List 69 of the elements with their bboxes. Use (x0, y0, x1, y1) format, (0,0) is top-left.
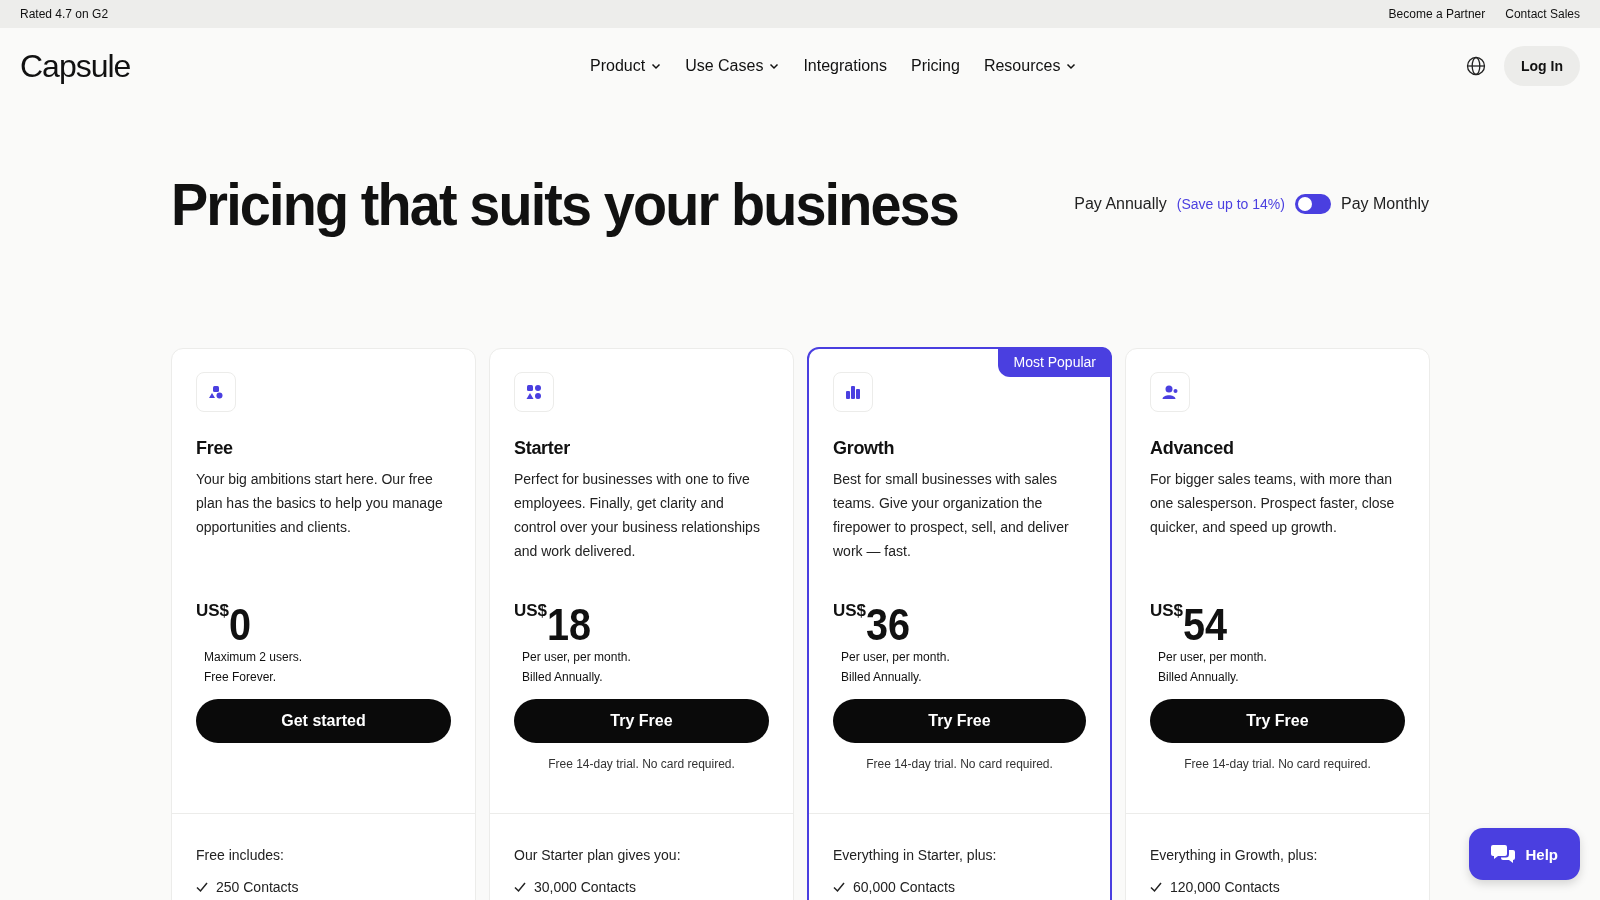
check-icon (196, 881, 208, 893)
chevron-down-icon (769, 61, 780, 71)
shapes-icon (208, 384, 224, 400)
plan-description: For bigger sales teams, with more than one salesperson. Prospect faster, close quicker, and speed up growth. (1150, 470, 1396, 537)
shapes-icon (526, 384, 542, 400)
top-link[interactable]: Become a Partner (1388, 7, 1486, 21)
price-note: Per user, per month. (1158, 649, 1268, 666)
price-note: Billed Annually. (522, 669, 604, 686)
plan-price: 0 (229, 603, 252, 647)
plan-description: Perfect for businesses with one to five employees. Finally, get clarity and control over your business relationships and work delivered. (514, 470, 761, 561)
price-note: Billed Annually. (1158, 669, 1240, 686)
annual-label: Pay Annually (1074, 195, 1167, 213)
billing-toggle[interactable] (1294, 194, 1331, 214)
plan-price: 18 (547, 603, 592, 647)
page-title: Pricing that suits your business (171, 169, 958, 239)
nav-item[interactable]: Resources (983, 57, 1077, 75)
logo[interactable]: Capsule (20, 47, 131, 85)
nav-item[interactable]: Integrations (803, 57, 887, 75)
chat-icon (1491, 844, 1516, 864)
popular-badge: Most Popular (997, 347, 1112, 377)
login-button[interactable]: Log In (1504, 46, 1580, 86)
plan-name: Growth (833, 438, 896, 459)
features-heading: Free includes: (196, 847, 284, 863)
plan-name: Advanced (1150, 438, 1235, 459)
features-heading: Everything in Starter, plus: (833, 847, 997, 863)
currency-label: US$ (514, 601, 548, 620)
price-note: Free Forever. (204, 669, 278, 686)
price-note: Maximum 2 users. (204, 649, 304, 666)
plan-description: Your big ambitions start here. Our free plan has the basics to help you manage opportunities and clients. (196, 470, 444, 537)
feature-item: 120,000 Contacts (1170, 879, 1280, 895)
nav-item[interactable]: Product (590, 57, 662, 75)
plan-price: 36 (866, 603, 911, 647)
trial-note: Free 14-day trial. No card required. (1184, 757, 1371, 771)
cta-button[interactable]: Get started (196, 699, 451, 743)
trial-note: Free 14-day trial. No card required. (866, 757, 1053, 771)
globe-icon[interactable] (1466, 56, 1486, 76)
check-icon (1150, 881, 1162, 893)
rating-text: Rated 4.7 on G2 (20, 7, 109, 21)
nav-item[interactable]: Pricing (911, 57, 960, 75)
nav-item[interactable]: Use Cases (685, 57, 780, 75)
plan-price: 54 (1183, 603, 1228, 647)
currency-label: US$ (833, 601, 867, 620)
check-icon (514, 881, 526, 893)
plan-name: Starter (514, 438, 571, 459)
top-link[interactable]: Contact Sales (1505, 7, 1580, 21)
help-button[interactable]: Help (1469, 828, 1580, 880)
price-note: Per user, per month. (841, 649, 951, 666)
feature-item: 30,000 Contacts (534, 879, 636, 895)
cta-button[interactable]: Try Free (1150, 699, 1405, 743)
feature-item: 60,000 Contacts (853, 879, 955, 895)
cta-button[interactable]: Try Free (514, 699, 769, 743)
user-icon (1162, 384, 1178, 400)
bar-chart-icon (845, 384, 861, 400)
price-note: Billed Annually. (841, 669, 923, 686)
currency-label: US$ (196, 601, 230, 620)
features-heading: Our Starter plan gives you: (514, 847, 681, 863)
trial-note: Free 14-day trial. No card required. (548, 757, 735, 771)
price-note: Per user, per month. (522, 649, 632, 666)
cta-button[interactable]: Try Free (833, 699, 1086, 743)
feature-item: 250 Contacts (216, 879, 299, 895)
plan-description: Best for small businesses with sales teams. Give your organization the firepower to prospect, sell, and deliver work — fast. (833, 470, 1070, 561)
plan-name: Free (196, 438, 234, 459)
check-icon (833, 881, 845, 893)
currency-label: US$ (1150, 601, 1184, 620)
features-heading: Everything in Growth, plus: (1150, 847, 1318, 863)
chevron-down-icon (1066, 61, 1077, 71)
monthly-label: Pay Monthly (1340, 195, 1429, 213)
savings-note: (Save up to 14%) (1176, 196, 1285, 212)
chevron-down-icon (651, 61, 662, 71)
